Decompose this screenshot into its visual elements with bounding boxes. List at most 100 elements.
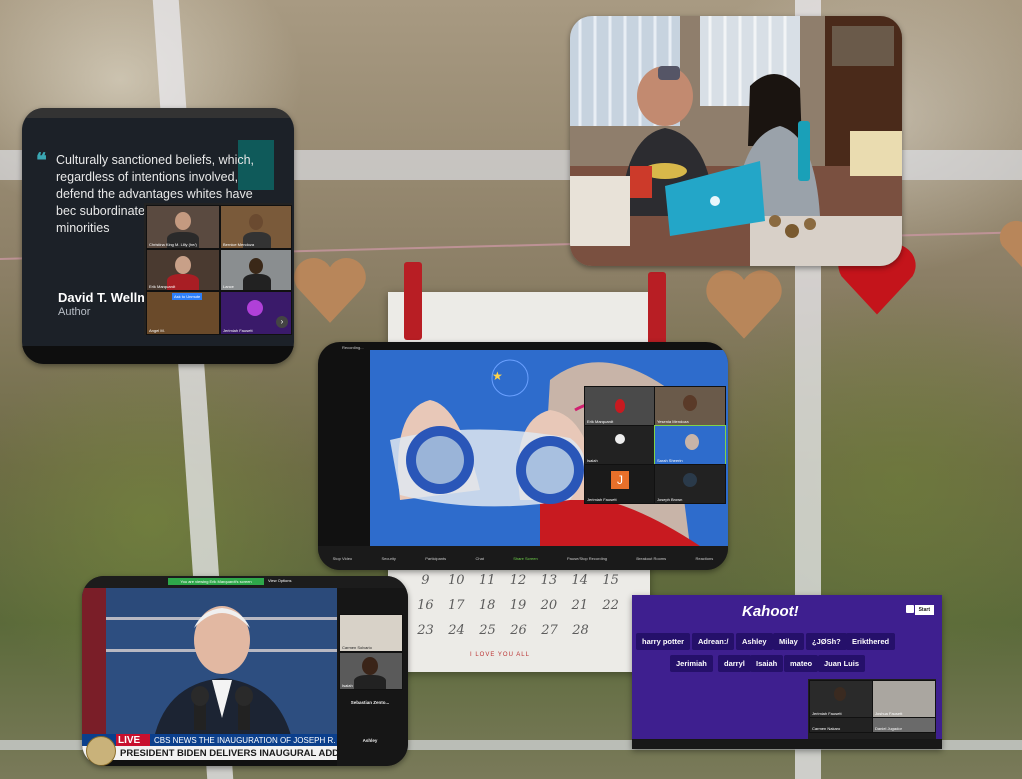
kahoot-logo: Kahoot! (742, 603, 799, 620)
calendar-day: 20 (540, 598, 558, 613)
participant-grid: Erik Marquardt Yesenia Mendoza Isaiah Sa… (584, 386, 726, 504)
participant-tile[interactable]: Bernice Mendoza (220, 205, 292, 249)
participant-name: Carmen Solvario (342, 645, 372, 650)
quote-author-role: Author (58, 306, 91, 318)
player-name: Erikthered (846, 633, 896, 650)
live-label: LIVE (118, 735, 141, 746)
participant-tile[interactable]: Joshua Fausett (872, 680, 936, 718)
calendar-row-2: 16 17 18 19 20 21 22 (410, 598, 626, 613)
participant-name: Jerimiah Fausett (812, 711, 842, 716)
security-button[interactable]: Security (381, 556, 395, 561)
next-page-chevron-icon[interactable]: › (276, 316, 288, 328)
start-button[interactable]: Start (914, 605, 934, 615)
participant-tile[interactable]: Joseph Brown (654, 464, 726, 504)
calendar-day: 22 (602, 598, 619, 613)
heart-decoration-icon (704, 266, 784, 342)
participant-name-card[interactable]: Ashley (339, 738, 401, 743)
participant-tile[interactable]: Isaiah (339, 652, 403, 690)
quote-author: David T. Wellm (58, 290, 149, 305)
participant-tile[interactable]: Yesenia Mendoza (654, 386, 726, 426)
calendar-day: 28 (572, 623, 589, 638)
participant-name: Angel M. (149, 328, 165, 333)
ask-to-unmute-button[interactable]: Ask to Unmute (172, 293, 203, 300)
player-name: Adrean:/ (692, 633, 735, 650)
calendar-day: 9 (421, 573, 430, 588)
calendar-day: 25 (479, 623, 496, 638)
calendar-row-3: 23 24 25 26 27 28 (410, 623, 596, 638)
clothespin-left (404, 262, 422, 340)
participant-tile[interactable]: Carmen Solvario (339, 614, 403, 652)
participants-button[interactable]: Participants (425, 556, 446, 561)
participant-tile[interactable]: J Jerimiah Fausett (584, 464, 655, 504)
participant-avatar (249, 214, 263, 230)
participant-name: Jerimiah Fausett (223, 328, 253, 333)
participant-tile[interactable]: Erik Marquardt (584, 386, 655, 426)
participant-name: Isaiah (587, 458, 598, 463)
calendar-day: 14 (571, 573, 588, 588)
kahoot-lobby-card: Kahoot! Start harry potter Adrean:/ Ashl… (632, 595, 942, 749)
stop-video-button[interactable]: Stop Video (333, 556, 353, 561)
participant-name: Lance (223, 284, 234, 289)
participant-avatar (247, 300, 263, 316)
calendar-day: 18 (478, 598, 496, 613)
viewing-screen-banner: You are viewing Erik Marquardt's screen (168, 578, 264, 585)
participant-sidebar: Carmen Solvario Isaiah Sebastian Zento..… (337, 588, 408, 766)
participant-avatar (615, 399, 625, 413)
broadcast-video (82, 588, 337, 748)
clothespin-right (648, 272, 666, 350)
reactions-button[interactable]: Reactions (695, 556, 713, 561)
participant-initial-avatar: J (611, 471, 629, 489)
calendar-footer: I LOVE YOU ALL (470, 652, 530, 658)
network-name: CBS NEWS (154, 736, 197, 745)
participant-tile[interactable]: Sarah Sheerin (654, 425, 726, 465)
participant-avatar (834, 687, 846, 701)
participant-name: Yesenia Mendoza (657, 419, 689, 424)
calendar-day: 21 (571, 598, 588, 613)
participant-grid: Christina King M. Lilly (he/) Bernice Me… (144, 203, 292, 335)
recording-indicator: Recording... (342, 345, 364, 350)
calendar-day: 23 (417, 623, 434, 638)
zoom-science-meeting-card: Recording... ★ Erik Marquardt Yesenia Me… (318, 342, 728, 570)
share-screen-button[interactable]: Share Screen (513, 556, 537, 561)
chat-button[interactable]: Chat (475, 556, 483, 561)
calendar-day: 26 (510, 623, 527, 638)
participant-tile[interactable]: Christina King M. Lilly (he/) (146, 205, 220, 249)
participant-tile[interactable]: Jerimiah Fausett (809, 680, 873, 718)
participant-name: Carmen Nakaro (812, 726, 841, 731)
family-photo-illustration (570, 16, 902, 266)
participant-tile[interactable]: Erik Marquardt (146, 249, 220, 291)
participant-tile[interactable]: Carmen Nakaro (809, 717, 873, 733)
participant-grid: Jerimiah Fausett Joshua Fausett Carmen N… (808, 679, 936, 741)
live-badge: LIVE (118, 735, 140, 746)
quote-slide-card: ❝ Culturally sanctioned beliefs, which, … (22, 108, 294, 364)
pause-recording-button[interactable]: Pause/Stop Recording (567, 556, 607, 561)
calendar-day: 19 (509, 598, 527, 613)
participant-tile[interactable]: Lance (220, 249, 292, 291)
participant-name: Erik Marquardt (149, 284, 176, 289)
participant-tile[interactable]: Daniel Jugador (872, 717, 936, 733)
participant-avatar (685, 434, 699, 450)
participant-tile[interactable]: Jerimiah Fausett (220, 291, 292, 335)
participant-name: Bernice Mendoza (223, 242, 255, 247)
participant-name: Sarah Sheerin (657, 458, 683, 463)
participant-tile[interactable]: Isaiah (584, 425, 655, 465)
calendar-day: 10 (448, 573, 465, 588)
participant-name-card[interactable]: Sebastian Zento... (339, 700, 401, 705)
participant-avatar (683, 473, 697, 487)
participant-name: Christina King M. Lilly (he/) (149, 242, 197, 247)
player-name: Jerimiah (670, 655, 713, 672)
view-options-button[interactable]: View Options (268, 578, 292, 583)
participant-body (354, 675, 386, 689)
participant-name: Jerimiah Fausett (587, 497, 617, 502)
participant-avatar (175, 212, 191, 230)
heart-decoration-icon (292, 254, 368, 326)
speaker-illustration (82, 588, 294, 748)
calendar-day: 17 (448, 598, 465, 613)
calendar-day: 15 (602, 573, 619, 588)
participant-avatar (362, 657, 378, 675)
heart-decoration-icon (994, 218, 1022, 278)
participant-name: Isaiah (342, 683, 353, 688)
breakout-rooms-button[interactable]: Breakout Rooms (636, 556, 666, 561)
lock-icon[interactable] (906, 605, 914, 613)
calendar-row-1: 9 10 11 12 13 14 15 (410, 573, 626, 588)
